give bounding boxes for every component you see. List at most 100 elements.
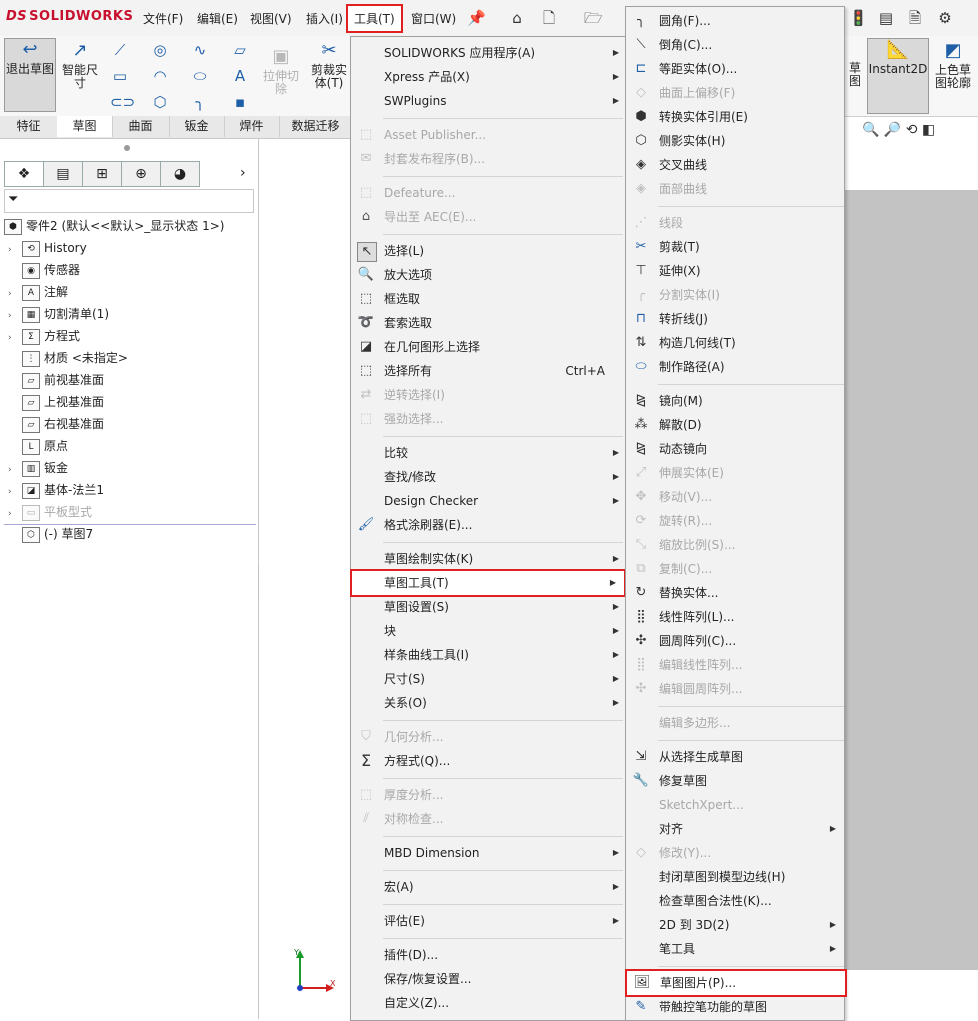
menu-item-jog-line[interactable]: ⊓ 转折线(J) (626, 307, 844, 331)
menu-insert[interactable]: 插入(I) (306, 10, 343, 27)
menu-item-align[interactable]: 对齐 ▶ (626, 817, 844, 841)
menu-item-sketch-settings[interactable]: 草图设置(S) ▶ (351, 595, 627, 619)
menu-item-defeature[interactable]: ⬚ Defeature... (351, 181, 627, 205)
solidworks-logo[interactable]: DS SOLIDWORKS (6, 9, 133, 24)
home-icon[interactable]: ⌂ (508, 9, 526, 27)
menu-item-invert-selection[interactable]: ⇄ 逆转选择(I) (351, 383, 627, 407)
tree-root[interactable]: ⬢ 零件2 (默认<<默认>_显示状态 1>) (4, 215, 224, 237)
menu-item-chamfer[interactable]: ⟍ 倒角(C)... (626, 33, 844, 57)
previous-view-icon[interactable]: ⟲ (906, 122, 918, 138)
menu-item-sketch-with-stylus[interactable]: ✎ 带触控笔功能的草图 (626, 995, 844, 1019)
menu-item-box-select[interactable]: ⬚ 框选取 (351, 287, 627, 311)
tree-item-sheet-metal[interactable]: › ▥ 钣金 (8, 457, 68, 479)
menu-edit[interactable]: 编辑(E) (197, 10, 238, 27)
menu-item-modify[interactable]: ◇ 修改(Y)... (626, 841, 844, 865)
menu-item-xpress[interactable]: Xpress 产品(X) ▶ (351, 65, 627, 89)
expand-icon[interactable]: › (8, 327, 18, 349)
menu-item-move[interactable]: ✥ 移动(V)... (626, 485, 844, 509)
instant2d-button[interactable]: 📐 Instant2D (867, 38, 929, 114)
menu-item-export-aec[interactable]: ⌂ 导出至 AEC(E)... (351, 205, 627, 229)
tree-item-front-plane[interactable]: ▱ 前视基准面 (8, 369, 104, 391)
menu-item-envelope-publisher[interactable]: ✉ 封套发布程序(B)... (351, 147, 627, 171)
menu-item-lasso-select[interactable]: ➰ 套索选取 (351, 311, 627, 335)
menu-item-sketchxpert[interactable]: SketchXpert... (626, 793, 844, 817)
menu-item-check-sketch[interactable]: 检查草图合法性(K)... (626, 889, 844, 913)
ellipse-icon[interactable]: ⬭ (190, 66, 210, 86)
menu-item-repair-sketch[interactable]: 🔧 修复草图 (626, 769, 844, 793)
dimxpert-tab[interactable]: ⊕ (121, 161, 161, 187)
menu-item-2d-to-3d[interactable]: 2D 到 3D(2) ▶ (626, 913, 844, 937)
feature-manager-tab[interactable]: ❖ (4, 161, 44, 187)
menu-item-explode[interactable]: ⁂ 解散(D) (626, 413, 844, 437)
menu-item-extend[interactable]: ⊤ 延伸(X) (626, 259, 844, 283)
menu-item-sketch-picture[interactable]: 🖼 草图图片(P)... (625, 969, 847, 997)
arc-icon[interactable]: ◠ (150, 66, 170, 86)
tab-surfaces[interactable]: 曲面 (112, 116, 170, 137)
tree-item-top-plane[interactable]: ▱ 上视基准面 (8, 391, 104, 413)
traffic-light-icon[interactable]: 🚦 (849, 9, 868, 27)
property-manager-tab[interactable]: ▤ (43, 161, 83, 187)
tree-item-sensors[interactable]: ◉ 传感器 (8, 259, 80, 281)
menu-item-select[interactable]: ↖ 选择(L) (351, 239, 627, 263)
menu-item-stretch-entities[interactable]: ⤢ 伸展实体(E) (626, 461, 844, 485)
partial-sketch-button[interactable]: 草 图 (845, 62, 865, 88)
menu-item-offset-entities[interactable]: ⊏ 等距实体(O)... (626, 57, 844, 81)
shaded-sketch-contours-button[interactable]: ◩ 上色草 图轮廓 (929, 40, 977, 90)
tree-item-right-plane[interactable]: ▱ 右视基准面 (8, 413, 104, 435)
menu-item-convert-entities[interactable]: ⬢ 转换实体引用(E) (626, 105, 844, 129)
tab-features[interactable]: 特征 (0, 116, 58, 137)
expand-icon[interactable]: › (8, 503, 18, 525)
tree-item-annotations[interactable]: › A 注解 (8, 281, 68, 303)
menu-item-edit-polygon[interactable]: 编辑多边形... (626, 711, 844, 735)
menu-item-replace-entity[interactable]: ↻ 替换实体... (626, 581, 844, 605)
circle-icon[interactable]: ◎ (150, 40, 170, 60)
menu-item-power-select[interactable]: ⬚ 强劲选择... (351, 407, 627, 431)
expand-icon[interactable]: › (8, 481, 18, 503)
trim-entities-button[interactable]: ✂ 剪裁实 体(T) (306, 40, 352, 90)
open-folder-icon[interactable]: 🗁 (584, 9, 603, 27)
tree-item-material[interactable]: ⋮ 材质 <未指定> (8, 347, 128, 369)
display-manager-tab[interactable]: ◕ (160, 161, 200, 187)
menu-item-sketch-tools[interactable]: 草图工具(T) ▶ (350, 569, 626, 597)
menu-item-sketch-from-selections[interactable]: ⇲ 从选择生成草图 (626, 745, 844, 769)
menu-item-linear-pattern[interactable]: ⣿ 线性阵列(L)... (626, 605, 844, 629)
menu-item-close-sketch-to-model[interactable]: 封闭草图到模型边线(H) (626, 865, 844, 889)
menu-item-scale[interactable]: ⤡ 缩放比例(S)... (626, 533, 844, 557)
menu-item-symmetry-check[interactable]: ⫽ 对称检查... (351, 807, 627, 831)
menu-item-customize[interactable]: 自定义(Z)... (351, 991, 627, 1015)
menu-item-make-path[interactable]: ⬭ 制作路径(A) (626, 355, 844, 379)
menu-item-segment[interactable]: ⋰ 线段 (626, 211, 844, 235)
menu-item-format-painter[interactable]: 🖌 格式涂刷器(E)... (351, 513, 627, 537)
chevron-right-icon[interactable]: › (240, 165, 246, 181)
menu-item-magnify[interactable]: 🔍 放大选项 (351, 263, 627, 287)
menu-item-fillet[interactable]: ╮ 圆角(F)... (626, 9, 844, 33)
tree-item-history[interactable]: › ⟲ History (8, 237, 87, 259)
menu-item-dimensions[interactable]: 尺寸(S) ▶ (351, 667, 627, 691)
zoom-to-fit-icon[interactable]: 🔍 (862, 122, 879, 138)
line-icon[interactable]: ⟋ (110, 40, 130, 60)
tab-weldments[interactable]: 焊件 (224, 116, 280, 137)
file-props-icon[interactable]: 🗎 (906, 9, 924, 27)
tab-data-migration[interactable]: 数据迁移 (279, 116, 353, 137)
extrude-cut-button[interactable]: ▣ 拉伸切 除 (258, 46, 304, 96)
menu-item-design-checker[interactable]: Design Checker ▶ (351, 489, 627, 513)
plane-icon[interactable]: ▱ (230, 40, 250, 60)
fillet-icon[interactable]: ╮ (190, 92, 210, 112)
tree-item-sketch7[interactable]: ⬡ (-) 草图7 (8, 523, 93, 545)
menu-window[interactable]: 窗口(W) (411, 10, 456, 27)
menu-item-silhouette-entities[interactable]: ⬡ 侧影实体(H) (626, 129, 844, 153)
menu-item-relations[interactable]: 关系(O) ▶ (351, 691, 627, 715)
tab-sheet-metal[interactable]: 钣金 (169, 116, 225, 137)
menu-item-sketch-entities[interactable]: 草图绘制实体(K) ▶ (351, 547, 627, 571)
menu-item-macro[interactable]: 宏(A) ▶ (351, 875, 627, 899)
tree-item-flat-pattern[interactable]: › ▭ 平板型式 (8, 501, 92, 523)
properties-icon[interactable]: ▤ (877, 9, 895, 27)
exit-sketch-button[interactable]: ↩ 退出草图 (4, 38, 56, 112)
menu-item-blocks[interactable]: 块 ▶ (351, 619, 627, 643)
menu-item-compare[interactable]: 比较 ▶ (351, 441, 627, 465)
menu-item-equations[interactable]: Σ 方程式(Q)... (351, 749, 627, 773)
tab-sketch[interactable]: 草图 (57, 116, 113, 137)
tree-item-equations[interactable]: › Σ 方程式 (8, 325, 80, 347)
slot-icon[interactable]: ⊂⊃ (110, 92, 135, 112)
menu-item-mbd-dimension[interactable]: MBD Dimension ▶ (351, 841, 627, 865)
